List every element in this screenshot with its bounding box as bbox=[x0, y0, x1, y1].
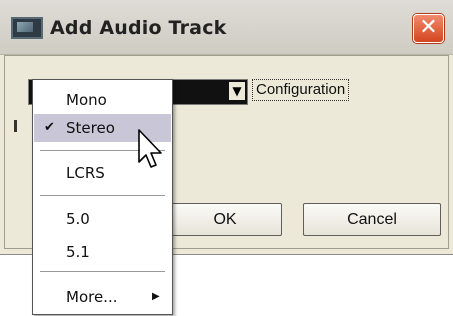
configuration-menu: Mono ✔ Stereo LCRS 5.0 5.1 More... ▶ bbox=[32, 79, 173, 315]
label-edge bbox=[14, 120, 17, 132]
menu-item-5-0[interactable]: 5.0 bbox=[34, 205, 171, 233]
menu-item-mono[interactable]: Mono bbox=[34, 86, 171, 114]
app-icon bbox=[11, 17, 43, 39]
mouse-pointer-icon bbox=[138, 129, 162, 168]
dialog-title: Add Audio Track bbox=[50, 17, 227, 39]
ok-button[interactable]: OK bbox=[168, 203, 282, 236]
dropdown-arrow-icon[interactable]: ▼ bbox=[229, 82, 245, 100]
menu-item-label: 5.0 bbox=[66, 210, 90, 228]
checkmark-icon: ✔ bbox=[44, 120, 55, 135]
menu-item-label: Stereo bbox=[66, 119, 115, 137]
menu-separator bbox=[40, 271, 165, 273]
menu-item-label: More... bbox=[66, 288, 118, 306]
menu-item-label: Mono bbox=[66, 91, 107, 109]
title-bar[interactable]: Add Audio Track ✕ bbox=[0, 0, 453, 55]
close-button[interactable]: ✕ bbox=[413, 14, 444, 43]
menu-item-label: 5.1 bbox=[66, 243, 90, 261]
menu-item-more[interactable]: More... ▶ bbox=[34, 283, 171, 311]
configuration-label: Configuration bbox=[252, 79, 350, 101]
cancel-button[interactable]: Cancel bbox=[303, 203, 441, 236]
menu-separator bbox=[40, 195, 165, 197]
menu-item-5-1[interactable]: 5.1 bbox=[34, 238, 171, 266]
menu-item-label: LCRS bbox=[66, 164, 105, 182]
submenu-arrow-icon: ▶ bbox=[152, 291, 160, 302]
